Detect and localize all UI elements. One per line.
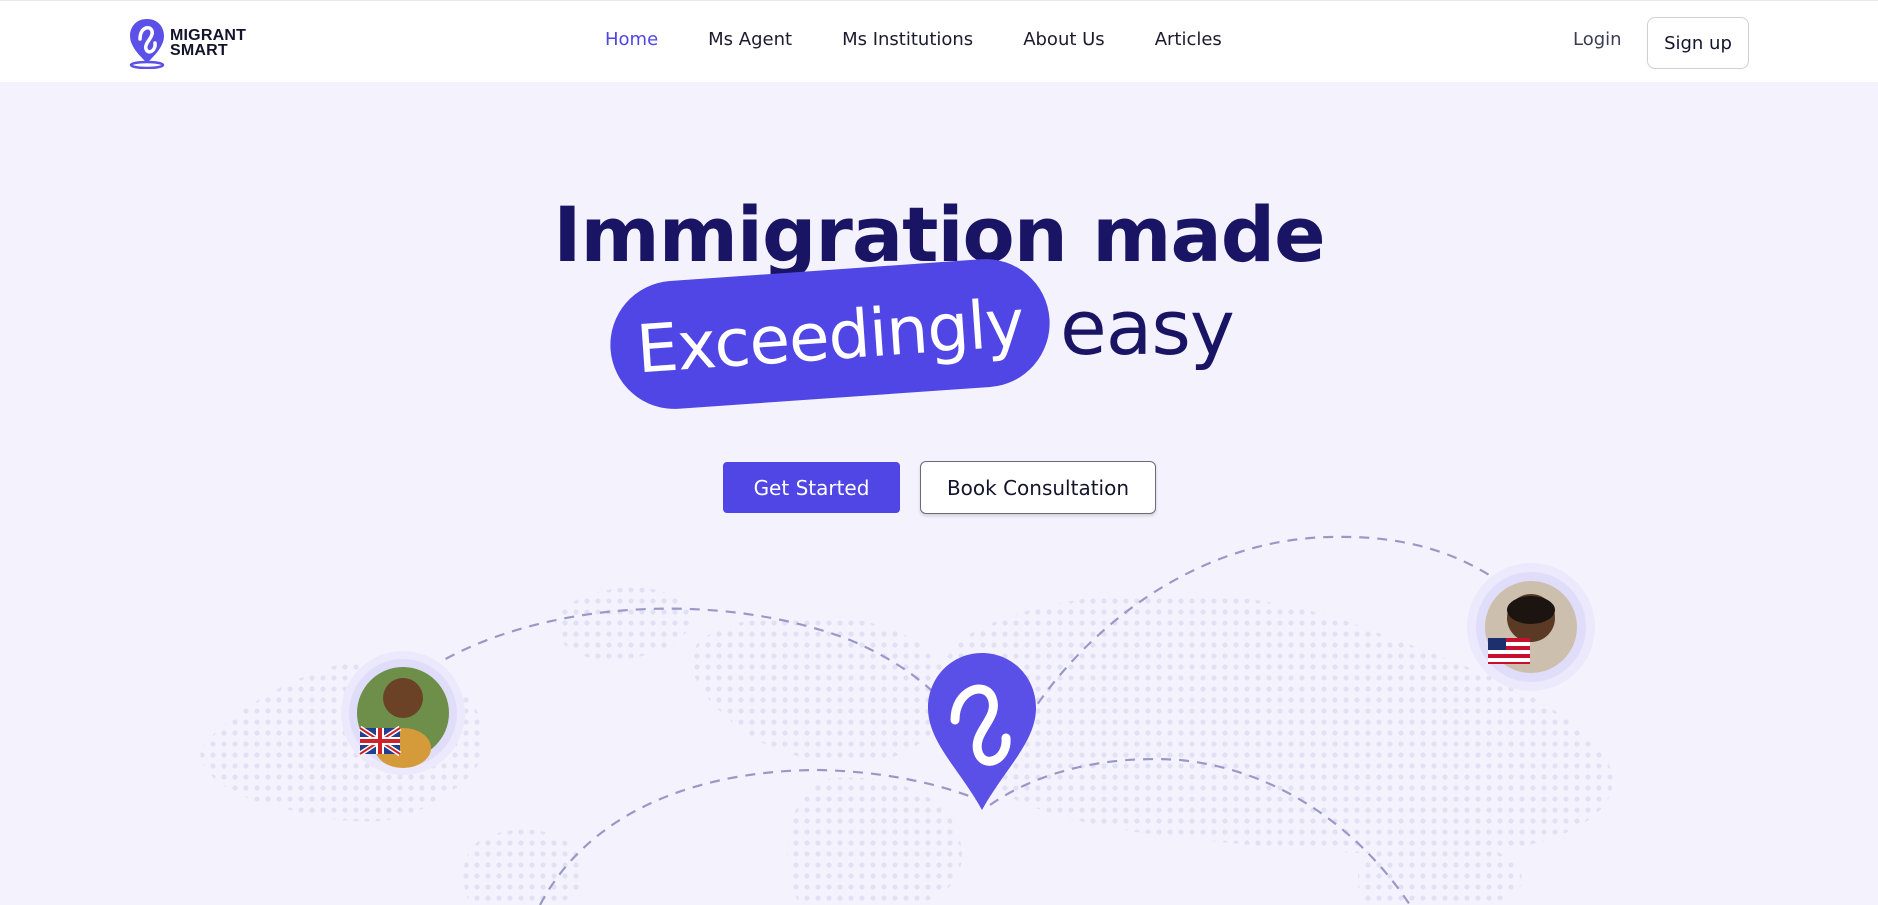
login-link[interactable]: Login: [1573, 29, 1622, 50]
main-nav: Home Ms Agent Ms Institutions About Us A…: [605, 29, 1272, 50]
book-consultation-button[interactable]: Book Consultation: [920, 461, 1156, 514]
uk-flag-icon: [358, 725, 402, 757]
map-europe: [691, 614, 949, 763]
brand-logo[interactable]: MIGRANT SMART: [128, 17, 246, 69]
avatar-left: [341, 651, 465, 775]
get-started-button[interactable]: Get Started: [723, 462, 900, 513]
avatar-right: [1467, 563, 1595, 691]
us-flag-icon: [1488, 638, 1530, 664]
nav-link-articles[interactable]: Articles: [1155, 29, 1222, 50]
hero-trailing-word: easy: [1060, 283, 1235, 372]
highlight-pill: Exceedingly: [606, 254, 1054, 414]
nav-link-home[interactable]: Home: [605, 29, 658, 50]
brand-line1: MIGRANT: [170, 27, 247, 44]
logo-pin-icon: [129, 19, 165, 69]
top-navbar: MIGRANT SMART Home Ms Agent Ms Instituti…: [0, 0, 1878, 82]
nav-link-ms-institutions[interactable]: Ms Institutions: [842, 29, 973, 50]
nav-link-ms-agent[interactable]: Ms Agent: [708, 29, 792, 50]
nav-link-about-us[interactable]: About Us: [1023, 29, 1105, 50]
map-africa: [786, 777, 962, 905]
brand-wordmark: MIGRANT SMART: [170, 27, 247, 59]
map-greenland: [555, 587, 692, 660]
world-dot-map: [200, 535, 1613, 905]
brand-line2: SMART: [170, 42, 228, 59]
signup-button[interactable]: Sign up: [1647, 17, 1749, 69]
